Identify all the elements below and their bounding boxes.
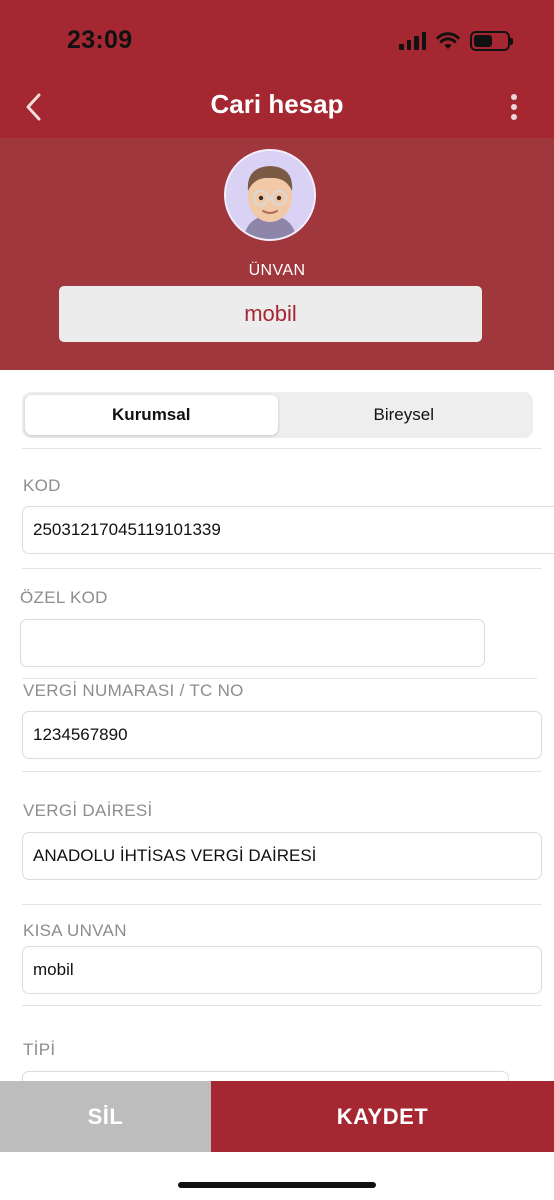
delete-button[interactable]: SİL xyxy=(0,1081,211,1152)
segment-kurumsal[interactable]: Kurumsal xyxy=(25,395,278,435)
more-vertical-icon xyxy=(511,94,517,100)
ozel-kod-input[interactable] xyxy=(20,619,485,667)
wifi-icon xyxy=(436,32,460,49)
kisa-unvan-input[interactable]: mobil xyxy=(22,946,542,994)
profile-header: ÜNVAN mobil xyxy=(0,138,554,370)
save-button[interactable]: KAYDET xyxy=(211,1081,554,1152)
unvan-label: ÜNVAN xyxy=(248,262,306,279)
divider xyxy=(22,678,537,679)
divider xyxy=(22,448,542,449)
home-indicator[interactable] xyxy=(178,1182,376,1188)
vergi-dairesi-input[interactable]: ANADOLU İHTİSAS VERGİ DAİRESİ xyxy=(22,832,542,880)
divider xyxy=(22,771,542,772)
action-bar: SİL KAYDET xyxy=(0,1081,554,1152)
kisa-unvan-label: KISA UNVAN xyxy=(23,921,127,940)
top-bar: 23:09 Cari hesap xyxy=(0,0,554,138)
divider xyxy=(22,904,542,905)
divider xyxy=(22,1005,542,1006)
more-options-button[interactable] xyxy=(502,92,526,122)
customer-type-segmented-control: Kurumsal Bireysel xyxy=(22,392,533,438)
vergi-no-label: VERGİ NUMARASI / TC NO xyxy=(23,681,244,700)
battery-icon xyxy=(470,31,513,51)
page-title: Cari hesap xyxy=(210,89,344,119)
cellular-signal-icon xyxy=(399,32,426,50)
tipi-label: TİPİ xyxy=(23,1040,56,1059)
vergi-no-input[interactable]: 1234567890 xyxy=(22,711,542,759)
avatar[interactable] xyxy=(224,149,316,241)
kod-input[interactable]: 25031217045119101339 xyxy=(22,506,554,554)
vergi-dairesi-label: VERGİ DAİRESİ xyxy=(23,801,153,820)
status-icons xyxy=(399,29,513,53)
segment-bireysel[interactable]: Bireysel xyxy=(278,395,531,435)
memoji-avatar-icon xyxy=(226,151,314,239)
divider xyxy=(22,568,542,569)
screen: 23:09 Cari hesap ÜNVAN mobil Kurumsal Bi… xyxy=(0,0,554,1200)
unvan-input[interactable]: mobil xyxy=(59,286,482,342)
home-indicator-area xyxy=(0,1152,554,1200)
status-time: 23:09 xyxy=(67,26,133,54)
kod-label: KOD xyxy=(23,476,61,495)
ozel-kod-label: ÖZEL KOD xyxy=(20,588,108,607)
